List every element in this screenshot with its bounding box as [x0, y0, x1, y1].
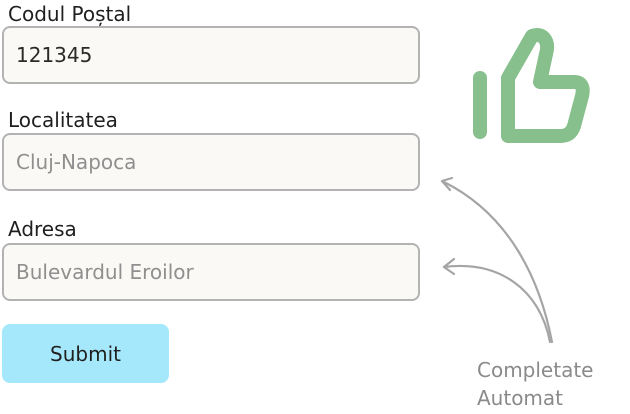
postal-code-label: Codul Poștal: [8, 2, 132, 26]
address-input[interactable]: [2, 243, 420, 301]
auto-completed-caption: Completate Automat: [477, 356, 593, 412]
caption-line-1: Completate: [477, 358, 594, 382]
submit-button[interactable]: Submit: [2, 324, 169, 383]
curved-arrow-icon: [440, 176, 554, 344]
locality-input[interactable]: [2, 133, 420, 191]
locality-label: Localitatea: [8, 108, 118, 132]
postal-code-input[interactable]: [2, 26, 420, 84]
thumbs-up-icon: [473, 28, 590, 143]
address-label: Adresa: [8, 217, 77, 241]
caption-line-2: Automat: [477, 386, 564, 410]
